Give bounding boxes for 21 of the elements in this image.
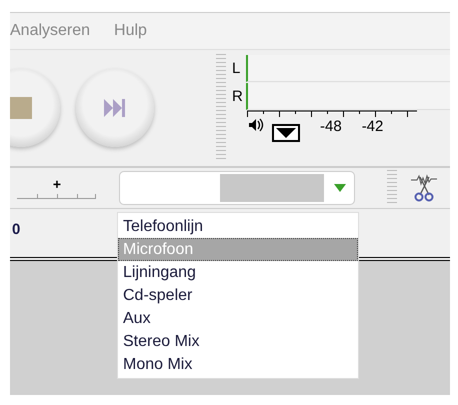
dropdown-option[interactable]: Lijningang (118, 261, 358, 284)
channel-label: R (232, 88, 244, 104)
skip-to-end-button[interactable] (76, 69, 154, 147)
scale-label: -42 (362, 118, 384, 135)
input-dropdown[interactable] (119, 171, 355, 205)
scissors-waveform-icon[interactable] (411, 173, 439, 203)
dropdown-option[interactable]: Cd-speler (118, 284, 358, 307)
meter-menu-button[interactable] (272, 124, 300, 142)
speaker-icon (248, 118, 264, 132)
skip-to-end-icon (104, 99, 126, 117)
slider-mark: + (52, 177, 62, 191)
channel-label: L (232, 60, 242, 76)
dropdown-option[interactable]: Aux (118, 307, 358, 330)
stop-icon (10, 97, 32, 119)
caret-icon (276, 128, 296, 138)
dropdown-option[interactable]: Telefoonlijn (118, 215, 358, 238)
time-label: 0 (12, 221, 20, 238)
scale-label: -48 (320, 118, 342, 135)
dropdown-option[interactable]: Mono Mix (118, 353, 358, 376)
dropdown-option[interactable]: Stereo Mix (118, 330, 358, 353)
caret-icon (334, 184, 346, 192)
